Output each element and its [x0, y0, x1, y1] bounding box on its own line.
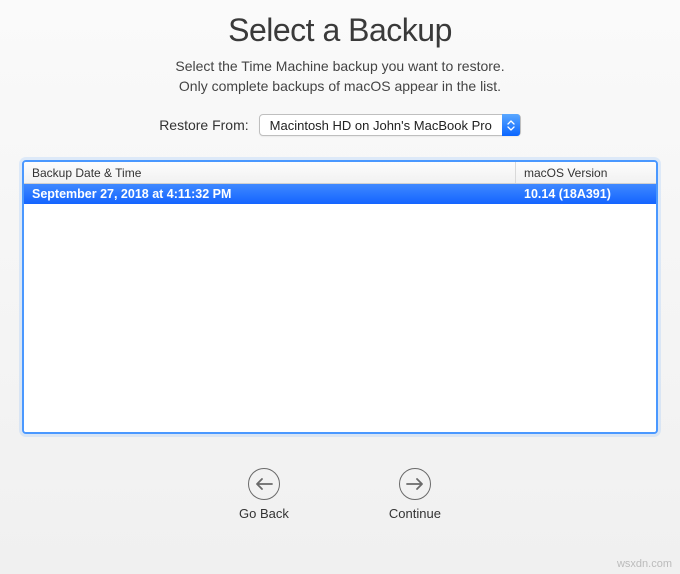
subtitle-line-1: Select the Time Machine backup you want … — [0, 57, 680, 77]
table-row[interactable]: September 27, 2018 at 4:11:32 PM 10.14 (… — [24, 184, 656, 204]
go-back-button[interactable]: Go Back — [239, 468, 289, 521]
restore-from-row: Restore From: Macintosh HD on John's Mac… — [0, 114, 680, 136]
cell-version: 10.14 (18A391) — [516, 184, 656, 204]
backup-table: Backup Date & Time macOS Version Septemb… — [22, 160, 658, 434]
restore-from-label: Restore From: — [159, 117, 248, 133]
table-body: September 27, 2018 at 4:11:32 PM 10.14 (… — [24, 184, 656, 432]
arrow-left-icon — [248, 468, 280, 500]
column-header-version[interactable]: macOS Version — [516, 162, 656, 183]
nav-row: Go Back Continue — [0, 468, 680, 521]
chevron-updown-icon — [502, 114, 520, 136]
continue-button[interactable]: Continue — [389, 468, 441, 521]
continue-label: Continue — [389, 506, 441, 521]
table-header: Backup Date & Time macOS Version — [24, 162, 656, 184]
page-title: Select a Backup — [0, 12, 680, 49]
column-header-date[interactable]: Backup Date & Time — [24, 162, 516, 183]
restore-from-value: Macintosh HD on John's MacBook Pro — [260, 118, 502, 133]
arrow-right-icon — [399, 468, 431, 500]
subtitle-line-2: Only complete backups of macOS appear in… — [0, 77, 680, 97]
page-subtitle: Select the Time Machine backup you want … — [0, 57, 680, 96]
cell-date: September 27, 2018 at 4:11:32 PM — [24, 184, 516, 204]
go-back-label: Go Back — [239, 506, 289, 521]
watermark: wsxdn.com — [617, 558, 672, 570]
restore-from-select[interactable]: Macintosh HD on John's MacBook Pro — [259, 114, 521, 136]
